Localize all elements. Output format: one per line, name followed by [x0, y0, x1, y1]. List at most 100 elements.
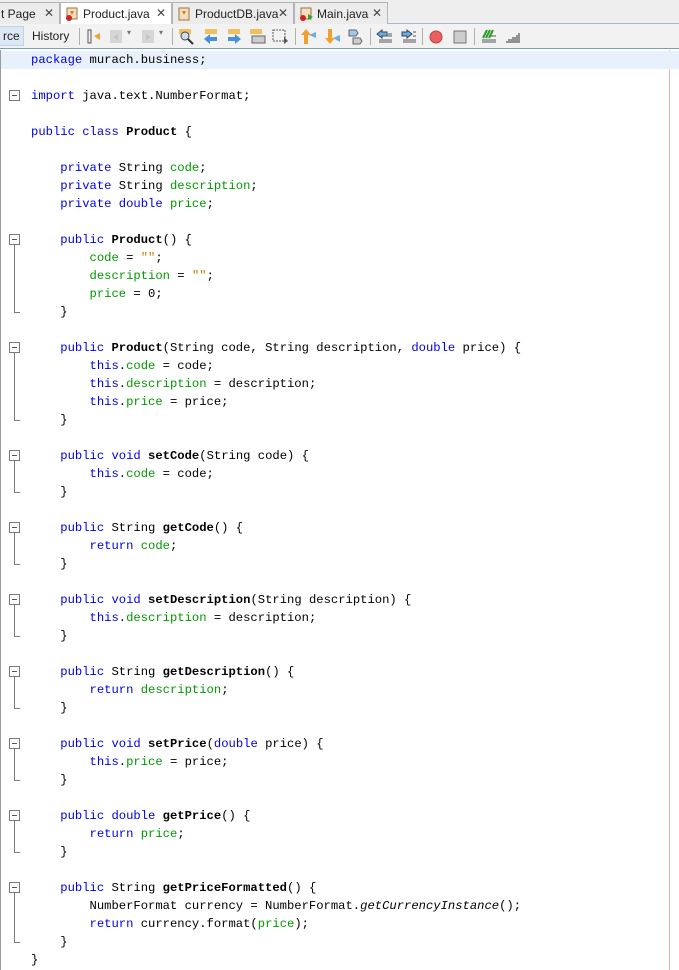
code-line[interactable]: this.code = code; [31, 465, 214, 483]
code-line[interactable]: public String getCode() { [31, 519, 243, 537]
code-token: String [111, 161, 170, 175]
code-token: = price; [162, 395, 229, 409]
back-icon[interactable] [108, 28, 125, 45]
close-icon[interactable]: ✕ [372, 6, 382, 20]
code-token: } [31, 953, 39, 967]
code-token: public [31, 233, 105, 247]
code-token: return [31, 917, 134, 931]
shift-left-icon[interactable] [376, 28, 393, 45]
code-line[interactable]: public Product(String code, String descr… [31, 339, 521, 357]
code-line[interactable]: public void setDescription(String descri… [31, 591, 411, 609]
code-line[interactable]: code = ""; [31, 249, 163, 267]
code-line[interactable]: } [31, 951, 38, 969]
code-line[interactable]: } [31, 411, 67, 429]
code-token: ; [155, 251, 163, 265]
code-line[interactable]: this.price = price; [31, 393, 229, 411]
code-line[interactable]: public String getDescription() { [31, 663, 294, 681]
code-line[interactable]: } [31, 555, 67, 573]
fold-collapse-icon[interactable] [9, 90, 20, 101]
close-icon[interactable]: ✕ [278, 6, 288, 20]
code-line[interactable]: import java.text.NumberFormat; [31, 87, 250, 105]
code-line[interactable]: return currency.format(price); [31, 915, 309, 933]
code-line[interactable]: public double getPrice() { [31, 807, 250, 825]
java-file-error-icon [65, 7, 79, 21]
stop-macro-icon[interactable] [452, 28, 469, 45]
code-line[interactable]: this.description = description; [31, 609, 317, 627]
code-token: . [118, 467, 127, 481]
code-line[interactable]: } [31, 933, 67, 951]
code-line[interactable]: public Product() { [31, 231, 192, 249]
last-edit-icon[interactable] [86, 28, 103, 45]
forward-icon[interactable] [140, 28, 157, 45]
code-token: String [104, 665, 163, 679]
fold-collapse-icon[interactable] [9, 810, 20, 821]
fold-collapse-icon[interactable] [9, 594, 20, 605]
back-dropdown-icon[interactable]: ▾ [127, 28, 135, 45]
previous-bookmark-icon[interactable] [300, 28, 317, 45]
shift-right-icon[interactable] [400, 28, 417, 45]
code-line[interactable]: private double price; [31, 195, 214, 213]
close-icon[interactable]: ✕ [44, 6, 54, 20]
comment-icon[interactable] [480, 28, 497, 45]
code-token: private [31, 179, 112, 193]
next-bookmark-icon[interactable] [324, 28, 341, 45]
code-line[interactable]: public void setCode(String code) { [31, 447, 309, 465]
code-token: return [31, 539, 134, 553]
code-token: description [89, 269, 170, 283]
code-line[interactable]: public String getPriceFormatted() { [31, 879, 316, 897]
find-icon[interactable] [178, 28, 195, 45]
fold-collapse-icon[interactable] [9, 666, 20, 677]
tab-start-page[interactable]: t Page ✕ [0, 2, 60, 24]
fold-collapse-icon[interactable] [9, 882, 20, 893]
close-icon[interactable]: ✕ [156, 6, 166, 20]
code-line[interactable]: package murach.business; [31, 51, 207, 69]
code-line[interactable]: } [31, 843, 67, 861]
code-line[interactable]: this.description = description; [31, 375, 317, 393]
code-line[interactable]: return code; [31, 537, 178, 555]
code-line[interactable]: price = 0; [31, 285, 163, 303]
code-line[interactable]: this.price = price; [31, 753, 229, 771]
code-token: ; [221, 683, 229, 697]
tab-main-java[interactable]: Main.java ✕ [294, 2, 388, 24]
code-line[interactable]: } [31, 771, 67, 789]
fold-collapse-icon[interactable] [9, 234, 20, 245]
code-line[interactable]: NumberFormat currency = NumberFormat.get… [31, 897, 522, 915]
uncomment-icon[interactable] [504, 28, 521, 45]
fold-range-line [14, 245, 15, 312]
fold-collapse-icon[interactable] [9, 738, 20, 749]
fold-collapse-icon[interactable] [9, 450, 20, 461]
history-tab-button[interactable]: History [28, 26, 73, 46]
code-editor[interactable]: package murach.business; import java.text… [0, 50, 679, 970]
code-line[interactable]: this.code = code; [31, 357, 214, 375]
code-line[interactable]: private String description; [31, 177, 258, 195]
code-line[interactable]: } [31, 627, 67, 645]
code-line[interactable]: return description; [31, 681, 229, 699]
forward-dropdown-icon[interactable]: ▾ [159, 28, 167, 45]
find-next-icon[interactable] [226, 28, 243, 45]
tab-product-java[interactable]: Product.java ✕ [60, 2, 172, 25]
code-line[interactable]: } [31, 483, 67, 501]
code-token: = 0; [126, 287, 163, 301]
source-tab-button[interactable]: rce [0, 26, 24, 46]
tab-productdb-java[interactable]: ProductDB.java ✕ [172, 2, 294, 24]
code-line[interactable]: public void setPrice(double price) { [31, 735, 323, 753]
code-token: price) { [455, 341, 522, 355]
code-line[interactable]: public class Product { [31, 123, 192, 141]
start-macro-icon[interactable] [428, 28, 445, 45]
code-line[interactable]: } [31, 303, 67, 321]
toggle-rect-selection-icon[interactable] [272, 28, 289, 45]
fold-collapse-icon[interactable] [9, 342, 20, 353]
code-line[interactable]: } [31, 699, 67, 717]
fold-collapse-icon[interactable] [9, 522, 20, 533]
code-token: "" [140, 251, 156, 265]
code-line[interactable]: description = ""; [31, 267, 214, 285]
code-line[interactable]: return price; [31, 825, 185, 843]
toggle-bookmark-icon[interactable] [347, 28, 364, 45]
toggle-highlight-icon[interactable] [249, 28, 266, 45]
find-previous-icon[interactable] [202, 28, 219, 45]
code-line[interactable]: private String code; [31, 159, 206, 177]
toolbar-separator [79, 28, 80, 45]
